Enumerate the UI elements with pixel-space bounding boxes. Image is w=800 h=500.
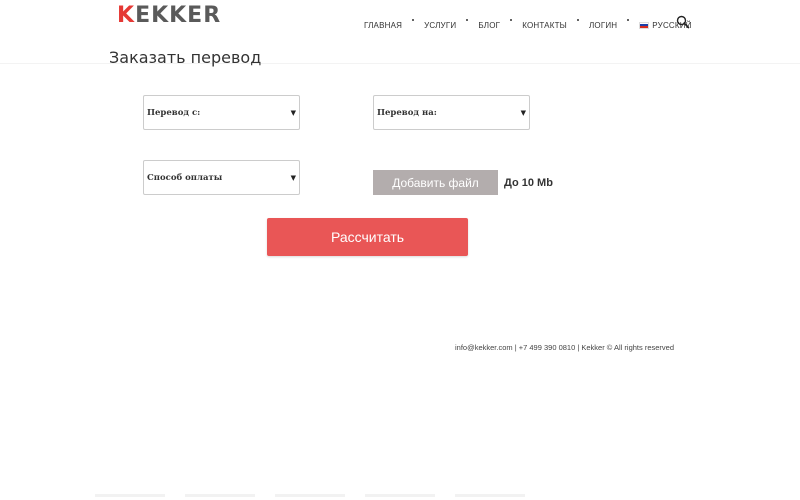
translate-to-label: Перевод на: <box>377 107 437 118</box>
translate-from-label: Перевод с: <box>147 107 201 118</box>
payment-method-select[interactable]: Способ оплаты ▼ <box>143 160 300 195</box>
nav-separator <box>466 19 469 21</box>
russian-flag-icon <box>639 21 650 29</box>
nav-item-home[interactable]: ГЛАВНАЯ <box>364 21 402 30</box>
translate-from-select[interactable]: Перевод с: ▼ <box>143 95 300 130</box>
nav-separator <box>576 19 579 21</box>
calculate-button[interactable]: Рассчитать <box>267 218 468 256</box>
nav-item-services[interactable]: УСЛУГИ <box>424 21 456 30</box>
payment-method-label: Способ оплаты <box>147 172 223 183</box>
nav-separator <box>510 19 513 21</box>
nav-separator <box>627 19 630 21</box>
page-title: Заказать перевод <box>109 48 262 67</box>
chevron-down-icon: ▼ <box>290 109 296 117</box>
nav-item-contacts[interactable]: КОНТАКТЫ <box>522 21 567 30</box>
file-size-limit: До 10 Mb <box>504 177 553 189</box>
bottom-partial-content <box>95 494 525 500</box>
footer-info: info@kekker.com | +7 499 390 0810 | Kekk… <box>455 343 675 352</box>
site-header: K EKKER ГЛАВНАЯ УСЛУГИ БЛОГ КОНТАКТЫ ЛОГИ… <box>0 0 800 42</box>
translate-to-select[interactable]: Перевод на: ▼ <box>373 95 530 130</box>
nav-item-login[interactable]: ЛОГИН <box>589 21 617 30</box>
nav-separator <box>412 19 415 21</box>
logo-initial: K <box>117 2 136 28</box>
main-nav: ГЛАВНАЯ УСЛУГИ БЛОГ КОНТАКТЫ ЛОГИН РУССК… <box>364 19 692 31</box>
logo[interactable]: K EKKER <box>117 2 222 28</box>
chevron-down-icon: ▼ <box>520 109 526 117</box>
search-icon[interactable] <box>676 15 690 29</box>
logo-text: EKKER <box>135 2 222 28</box>
chevron-down-icon: ▼ <box>290 174 296 182</box>
add-file-button[interactable]: Добавить файл <box>373 170 498 195</box>
nav-item-blog[interactable]: БЛОГ <box>478 21 500 30</box>
